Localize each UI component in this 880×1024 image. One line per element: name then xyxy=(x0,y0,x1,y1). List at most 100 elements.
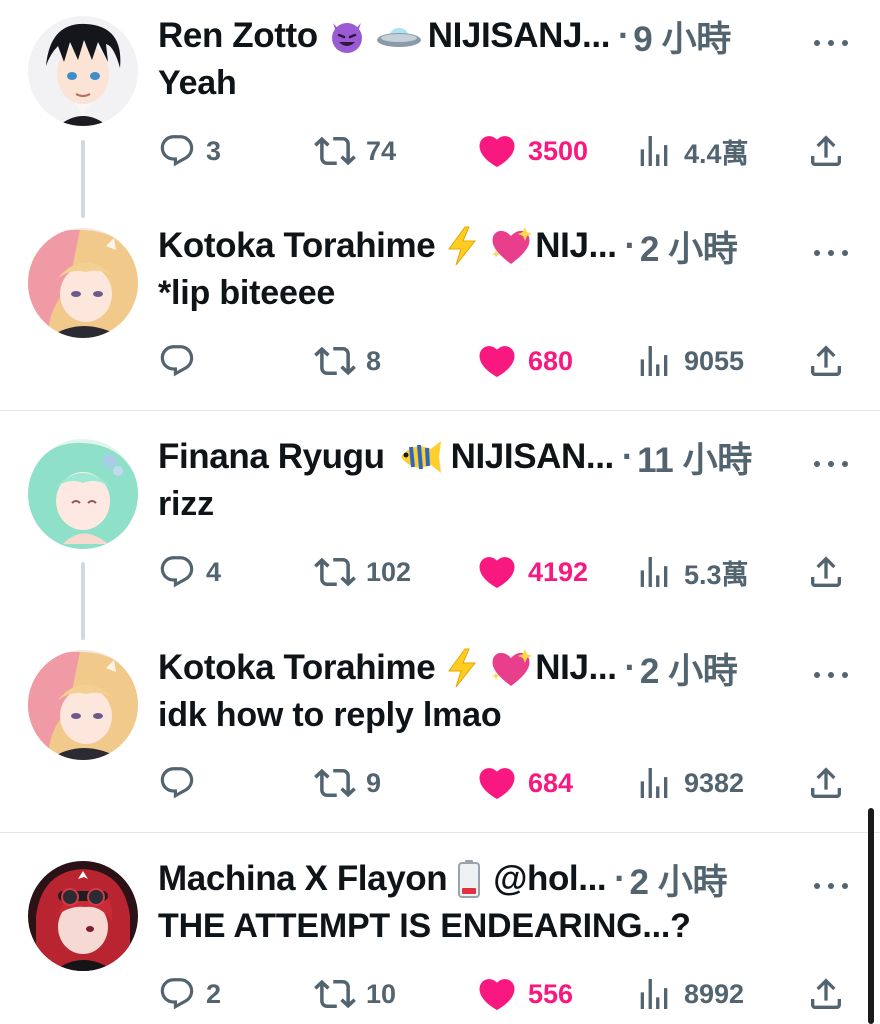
post-text: *lip biteeee xyxy=(158,274,336,312)
display-name[interactable]: Kotoka Torahime xyxy=(158,648,436,688)
post-item[interactable]: Ren Zotto NIJISANJ... · 9 小時 Yeah 3 74 3… xyxy=(0,16,880,186)
separator-dot: · xyxy=(621,437,634,476)
thread-divider xyxy=(0,832,880,833)
share-icon xyxy=(806,552,846,592)
views-icon xyxy=(634,974,674,1014)
share-button[interactable] xyxy=(806,758,846,808)
reply-button[interactable]: 4 xyxy=(158,547,221,597)
ren-zotto-avatar[interactable] xyxy=(28,16,138,126)
user-handle[interactable]: NIJISANJ... xyxy=(428,16,611,56)
repost-count: 10 xyxy=(366,978,397,1009)
post-timestamp[interactable]: 11 小時 xyxy=(637,432,752,483)
machina-x-flayon-avatar[interactable] xyxy=(28,861,138,971)
repost-button[interactable]: 10 xyxy=(314,969,396,1019)
more-options-icon[interactable] xyxy=(814,459,848,469)
post-timestamp[interactable]: 2 小時 xyxy=(629,854,727,905)
repost-button[interactable]: 102 xyxy=(314,547,411,597)
reply-button[interactable] xyxy=(158,336,206,386)
like-button[interactable]: 556 xyxy=(476,969,573,1019)
heart-icon xyxy=(476,973,518,1015)
separator-dot: · xyxy=(624,226,637,265)
user-handle[interactable]: NIJISAN... xyxy=(451,437,615,477)
post-header: Kotoka Torahime NIJ... · 2 小時 xyxy=(158,226,858,269)
share-button[interactable] xyxy=(806,336,846,386)
views-button[interactable]: 8992 xyxy=(634,969,744,1019)
repost-button[interactable]: 74 xyxy=(314,126,396,176)
post-item[interactable]: Machina X Flayon @hol... · 2 小時 THE ATTE… xyxy=(0,859,880,1024)
share-button[interactable] xyxy=(806,547,846,597)
more-options-icon[interactable] xyxy=(814,38,848,48)
post-header: Finana Ryugu NIJISAN... · 11 小時 xyxy=(158,437,858,480)
like-count: 684 xyxy=(528,767,574,798)
view-count: 8992 xyxy=(684,978,745,1009)
post-actions: 2 10 556 8992 xyxy=(158,969,858,1019)
display-name[interactable]: Kotoka Torahime xyxy=(158,226,436,266)
reply-button[interactable] xyxy=(158,758,206,808)
scrollbar[interactable] xyxy=(868,808,874,1024)
like-count: 3500 xyxy=(528,135,589,166)
display-name[interactable]: Finana Ryugu xyxy=(158,437,385,477)
more-options-icon[interactable] xyxy=(814,881,848,891)
view-count: 9055 xyxy=(684,345,745,376)
repost-icon xyxy=(314,551,356,593)
thread-divider xyxy=(0,410,880,411)
post-item[interactable]: Kotoka Torahime NIJ... · 2 小時 *lip bitee… xyxy=(0,226,880,396)
smiling-devil-emoji xyxy=(328,17,366,55)
repost-count: 74 xyxy=(366,135,397,166)
low-battery-emoji xyxy=(457,859,481,899)
sparkling-heart-emoji xyxy=(489,226,533,266)
views-button[interactable]: 5.3萬 xyxy=(634,547,749,597)
views-button[interactable]: 9382 xyxy=(634,758,744,808)
user-handle[interactable]: @hol... xyxy=(493,859,606,899)
repost-button[interactable]: 8 xyxy=(314,336,381,386)
share-icon xyxy=(806,341,846,381)
finana-ryugu-avatar[interactable] xyxy=(28,439,138,549)
reply-count: 4 xyxy=(206,556,222,587)
views-button[interactable]: 9055 xyxy=(634,336,744,386)
post-timestamp[interactable]: 9 小時 xyxy=(633,11,731,62)
kotoka-torahime-avatar[interactable] xyxy=(28,228,138,338)
view-count: 9382 xyxy=(684,767,745,798)
like-button[interactable]: 680 xyxy=(476,336,573,386)
views-icon xyxy=(634,131,674,171)
user-handle[interactable]: NIJ... xyxy=(535,648,617,688)
post-item[interactable]: Kotoka Torahime NIJ... · 2 小時 idk how to… xyxy=(0,648,880,818)
reply-button[interactable]: 2 xyxy=(158,969,221,1019)
views-icon xyxy=(634,341,674,381)
reply-count: 2 xyxy=(206,978,222,1009)
separator-dot: · xyxy=(614,859,626,898)
reply-count: 3 xyxy=(206,135,222,166)
post-timestamp[interactable]: 2 小時 xyxy=(640,643,738,694)
display-name[interactable]: Machina X Flayon xyxy=(158,859,448,899)
post-item[interactable]: Finana Ryugu NIJISAN... · 11 小時 rizz 4 1… xyxy=(0,437,880,607)
repost-icon xyxy=(314,130,356,172)
like-button[interactable]: 684 xyxy=(476,758,573,808)
post-actions: 4 102 4192 5.3萬 xyxy=(158,547,858,597)
views-icon xyxy=(634,552,674,592)
like-button[interactable]: 3500 xyxy=(476,126,588,176)
share-icon xyxy=(806,763,846,803)
share-button[interactable] xyxy=(806,969,846,1019)
kotoka-torahime-avatar[interactable] xyxy=(28,650,138,760)
repost-count: 102 xyxy=(366,556,412,587)
repost-icon xyxy=(314,340,356,382)
sparkling-heart-emoji xyxy=(489,648,533,688)
like-button[interactable]: 4192 xyxy=(476,547,588,597)
post-actions: 3 74 3500 4.4萬 xyxy=(158,126,858,176)
views-button[interactable]: 4.4萬 xyxy=(634,126,749,176)
like-count: 556 xyxy=(528,978,574,1009)
post-header: Ren Zotto NIJISANJ... · 9 小時 xyxy=(158,16,858,59)
more-options-icon[interactable] xyxy=(814,248,848,258)
heart-icon xyxy=(476,130,518,172)
repost-count: 8 xyxy=(366,345,382,376)
display-name[interactable]: Ren Zotto xyxy=(158,16,318,56)
more-options-icon[interactable] xyxy=(814,670,848,680)
user-handle[interactable]: NIJ... xyxy=(535,226,617,266)
share-button[interactable] xyxy=(806,126,846,176)
post-text: Yeah xyxy=(158,64,237,102)
separator-dot: · xyxy=(624,648,637,687)
post-text: rizz xyxy=(158,485,214,523)
repost-button[interactable]: 9 xyxy=(314,758,381,808)
reply-button[interactable]: 3 xyxy=(158,126,221,176)
post-timestamp[interactable]: 2 小時 xyxy=(640,221,738,272)
